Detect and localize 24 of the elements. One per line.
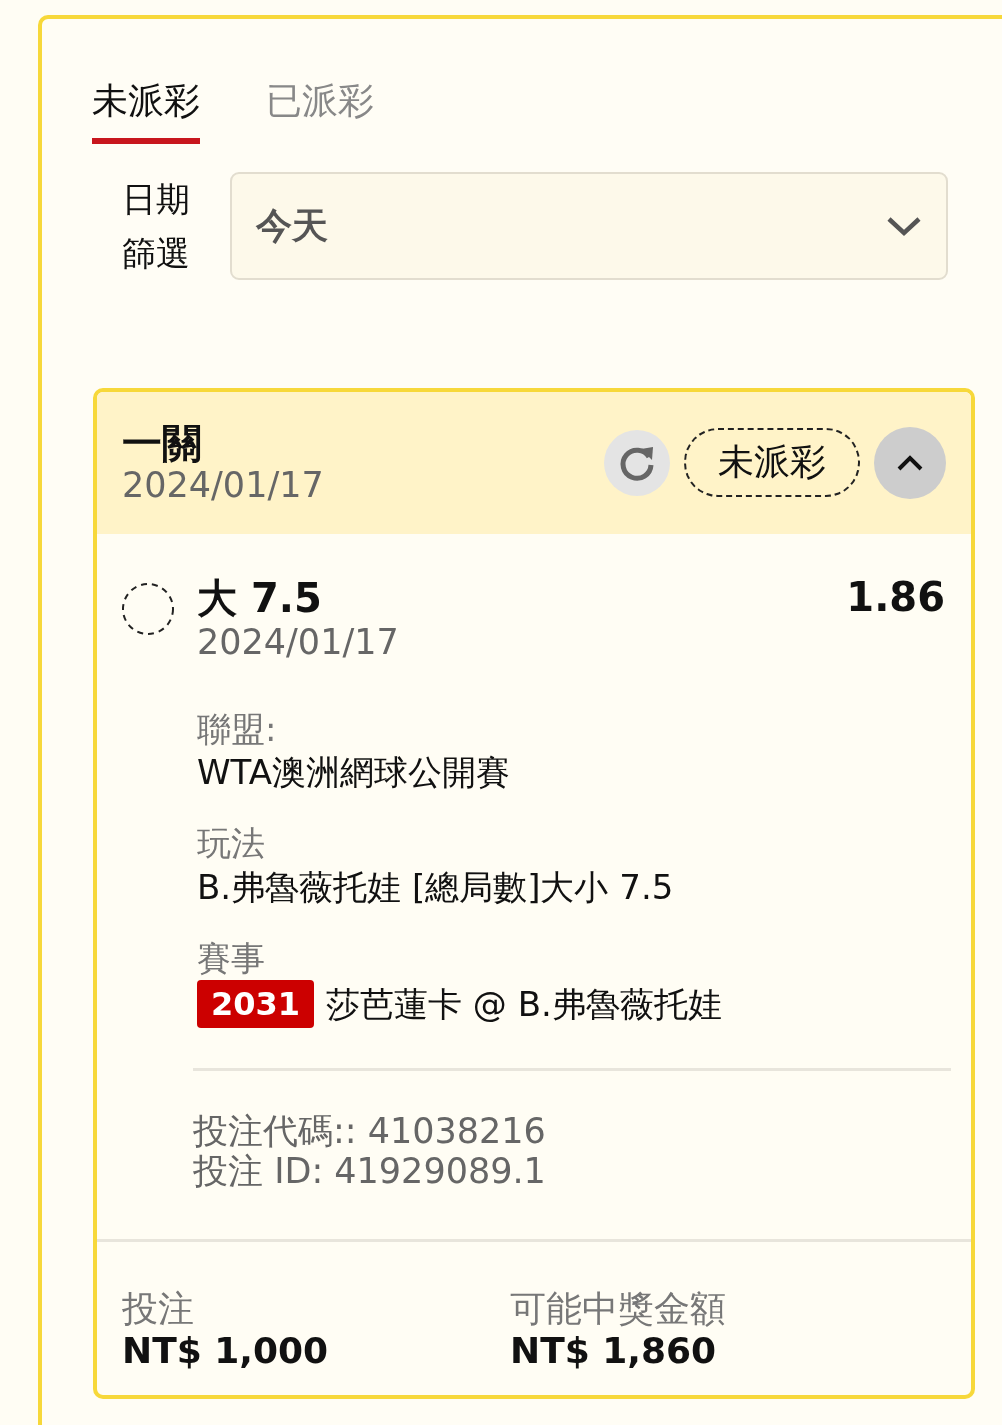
payout-label: 可能中獎金額 xyxy=(510,1288,727,1330)
bet-code: 投注代碼:: 41038216 xyxy=(193,1110,547,1151)
selection-name: 大 7.5 xyxy=(197,573,323,622)
event-match: 莎芭蓮卡 @ B.弗魯薇托娃 xyxy=(326,982,722,1026)
stake-label: 投注 xyxy=(122,1288,195,1330)
tab[interactable]: 未派彩 xyxy=(92,77,200,144)
detail-label: 玩法 xyxy=(197,822,266,865)
bet-type: 一關 xyxy=(122,420,203,465)
event-code-tag: 2031 xyxy=(197,979,315,1028)
date-filter-label: 日期篩選 xyxy=(121,178,191,276)
detail-label: 聯盟: xyxy=(197,707,278,751)
event-label: 賽事 xyxy=(197,937,266,980)
payout-amount: NT$ 1,860 xyxy=(510,1329,718,1371)
bet-id: 投注 ID: 41929089.1 xyxy=(193,1150,547,1192)
bet-date: 2024/01/17 xyxy=(122,464,325,505)
stake-amount: NT$ 1,000 xyxy=(122,1329,330,1371)
radio-button[interactable] xyxy=(121,581,175,636)
status-badge: 未派彩 xyxy=(684,428,860,498)
date-filter-dropdown[interactable]: 今天 xyxy=(230,172,949,281)
odds: 1.86 xyxy=(846,573,945,620)
selection-date: 2024/01/17 xyxy=(197,621,400,662)
detail-value: WTA澳洲網球公開賽 xyxy=(197,751,511,795)
detail-value: B.弗魯薇托娃 [總局數]大小 7.5 xyxy=(197,865,675,909)
chevron-down-icon xyxy=(886,215,923,238)
